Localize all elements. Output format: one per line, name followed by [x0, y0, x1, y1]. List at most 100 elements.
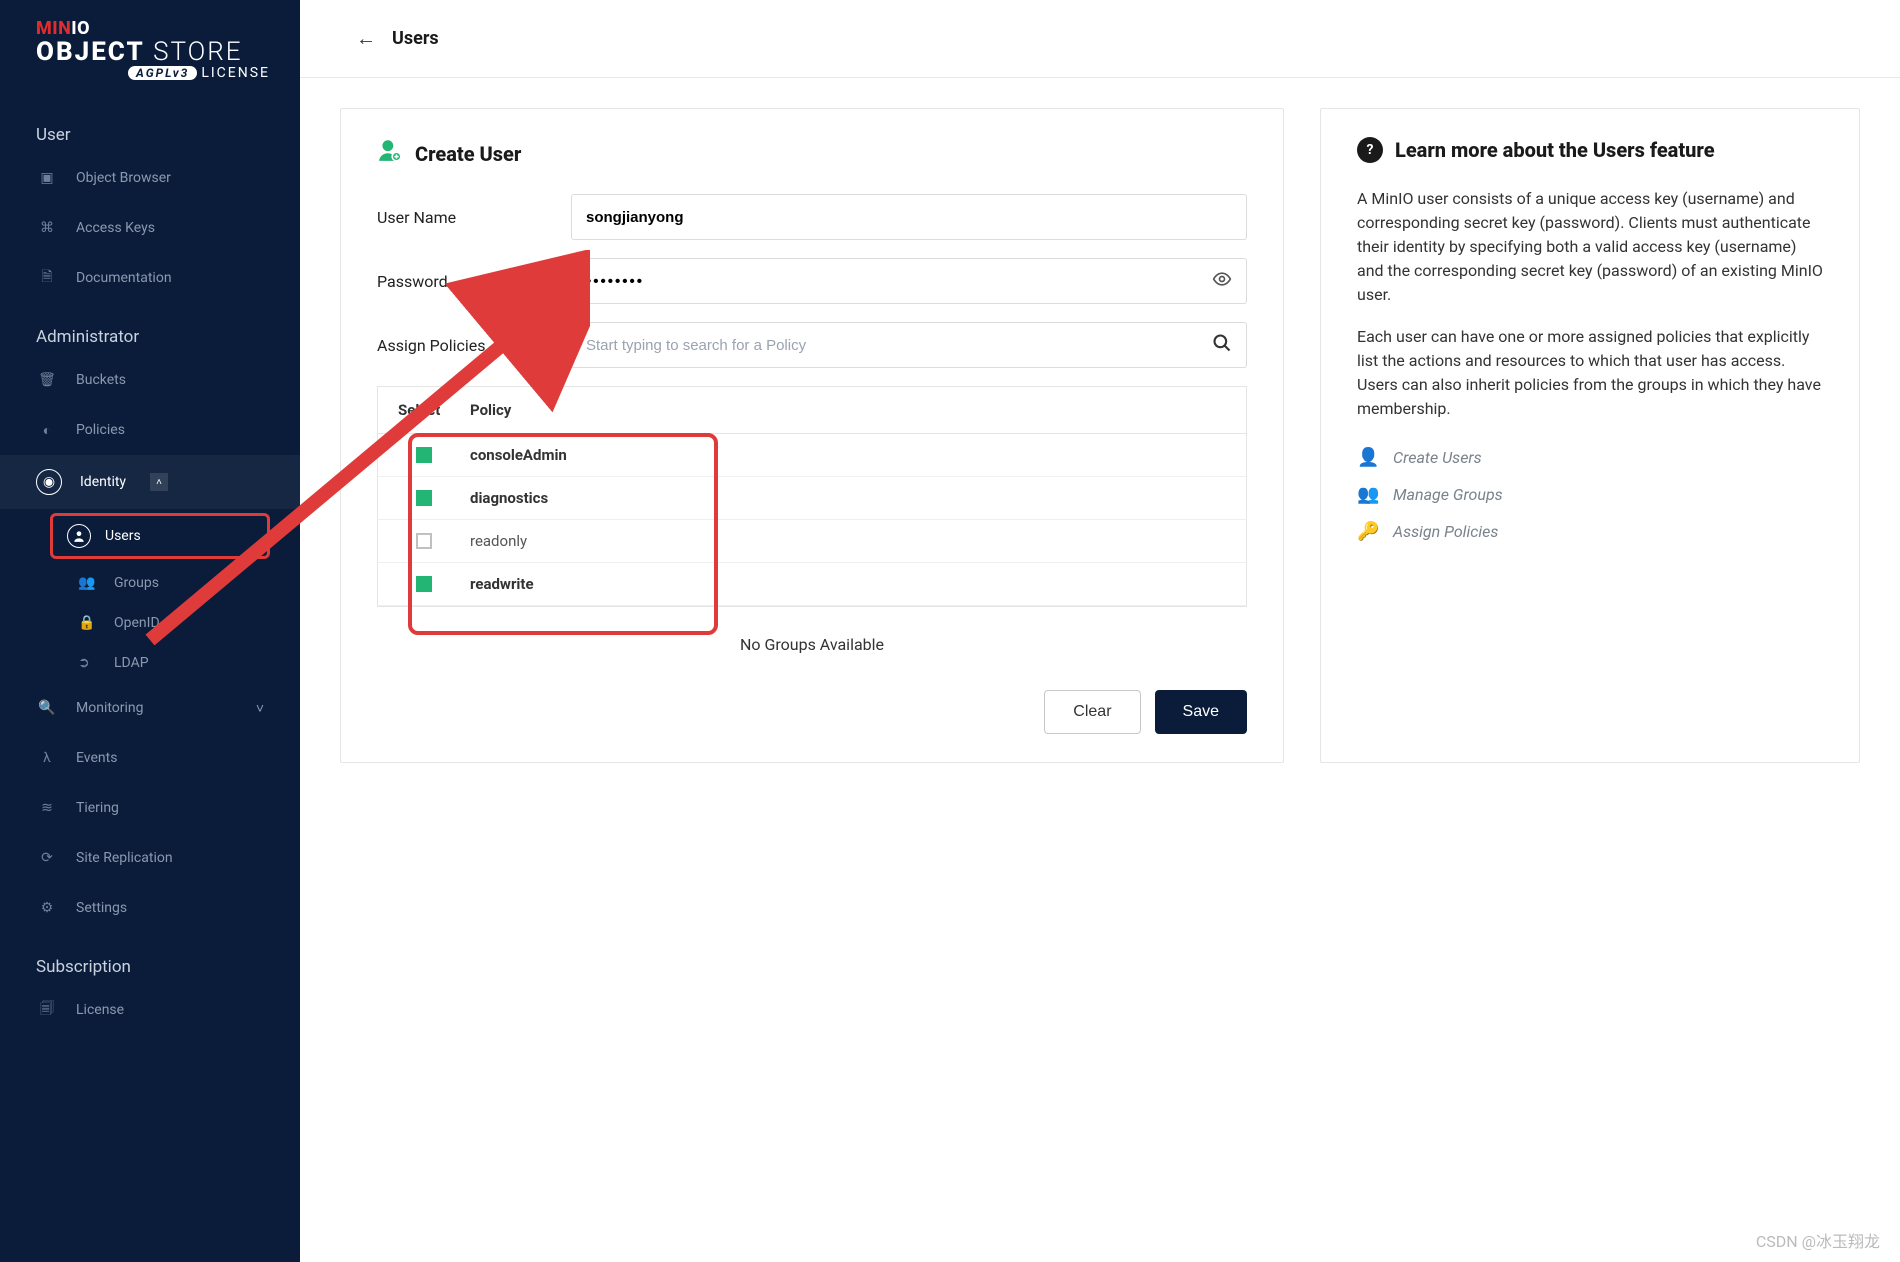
sidebar-item-openid[interactable]: 🔒 OpenID: [0, 603, 300, 643]
help-list-item: 👥 Manage Groups: [1357, 476, 1823, 513]
policy-name: diagnostics: [470, 489, 548, 507]
section-subscription: Subscription: [0, 933, 300, 985]
sidebar-item-label: Monitoring: [76, 700, 144, 716]
policy-name: consoleAdmin: [470, 446, 567, 464]
user-icon: [67, 524, 91, 548]
policy-name: readwrite: [470, 575, 534, 593]
policy-row[interactable]: consoleAdmin: [378, 434, 1246, 477]
help-list-label: Manage Groups: [1393, 485, 1503, 504]
chevron-up-icon: ˄: [150, 473, 168, 491]
shield-icon: ◐: [36, 419, 58, 441]
logo-store: STORE: [153, 37, 243, 67]
section-user: User: [0, 101, 300, 153]
no-groups-message: No Groups Available: [377, 607, 1247, 682]
policy-row[interactable]: diagnostics: [378, 477, 1246, 520]
sidebar-item-events[interactable]: λ Events: [0, 733, 300, 783]
policy-table-body[interactable]: consoleAdmin diagnostics readonly readwrite: [378, 434, 1246, 606]
sidebar-item-label: Buckets: [76, 372, 126, 388]
sidebar-item-object-browser[interactable]: ▣ Object Browser: [0, 153, 300, 203]
logo-min: MIN: [36, 18, 71, 39]
sidebar-item-label: Object Browser: [76, 170, 171, 186]
policy-checkbox[interactable]: [416, 576, 432, 592]
main-content: ← Users Create User User Name Password: [300, 0, 1900, 1262]
sidebar-item-ldap[interactable]: ➲ LDAP: [0, 643, 300, 683]
sidebar-item-users[interactable]: Users: [50, 513, 270, 559]
lambda-icon: λ: [36, 747, 58, 769]
policy-table: Select Policy consoleAdmin diagnostics rea…: [377, 386, 1247, 607]
identity-icon: ◉: [36, 469, 62, 495]
sidebar-item-tiering[interactable]: ≋ Tiering: [0, 783, 300, 833]
policy-search-input[interactable]: [586, 337, 1204, 354]
user-plus-icon: [377, 137, 403, 170]
help-list-item: 🔑Assign Policies: [1357, 513, 1823, 550]
policy-row[interactable]: readonly: [378, 520, 1246, 563]
sidebar-item-label: Identity: [80, 474, 126, 490]
sidebar-item-label: Documentation: [76, 270, 172, 286]
sidebar-item-identity[interactable]: ◉ Identity ˄: [0, 455, 300, 509]
page-title: Users: [392, 28, 439, 49]
col-policy: Policy: [470, 401, 511, 419]
eye-icon[interactable]: [1212, 269, 1232, 293]
policy-row[interactable]: readwrite: [378, 563, 1246, 606]
form-title: Create User: [415, 142, 521, 166]
password-input[interactable]: [586, 273, 1204, 290]
sidebar-item-settings[interactable]: ⚙ Settings: [0, 883, 300, 933]
col-select: Select: [398, 401, 470, 419]
sidebar-item-access-keys[interactable]: ⌘ Access Keys: [0, 203, 300, 253]
sidebar-item-groups[interactable]: 👥 Groups: [0, 563, 300, 603]
policy-checkbox[interactable]: [416, 533, 432, 549]
sidebar-item-label: Settings: [76, 900, 127, 916]
help-paragraph-1: A MinIO user consists of a unique access…: [1357, 187, 1823, 307]
lock-icon: 🔒: [78, 615, 96, 631]
sidebar-item-label: Events: [76, 750, 117, 766]
password-label: Password: [377, 272, 547, 291]
policy-search-wrap: [571, 322, 1247, 368]
assign-policies-label: Assign Policies: [377, 336, 547, 355]
chevron-down-icon: ˅: [256, 700, 264, 717]
help-card: ? Learn more about the Users feature A M…: [1320, 108, 1860, 763]
password-input-wrap: [571, 258, 1247, 304]
logo-io: IO: [71, 18, 90, 39]
sidebar-item-documentation[interactable]: 🗎 Documentation: [0, 253, 300, 303]
sidebar-item-label: Policies: [76, 422, 125, 438]
sidebar-item-label: Groups: [114, 575, 159, 591]
sidebar-item-monitoring[interactable]: 🔍 Monitoring ˅: [0, 683, 300, 733]
logo: MINIO OBJECT STORE AGPLv3LICENSE: [0, 0, 300, 101]
sidebar-item-label: Users: [105, 528, 141, 544]
clear-button[interactable]: Clear: [1044, 690, 1140, 734]
back-arrow-icon[interactable]: ←: [356, 26, 376, 51]
topbar: ← Users: [300, 0, 1900, 78]
sidebar-item-policies[interactable]: ◐ Policies: [0, 405, 300, 455]
policy-name: readonly: [470, 532, 527, 550]
username-input[interactable]: [586, 209, 1232, 226]
help-paragraph-2: Each user can have one or more assigned …: [1357, 325, 1823, 421]
question-icon: ?: [1357, 137, 1383, 163]
gear-icon: ⚙: [36, 897, 58, 919]
sidebar-item-buckets[interactable]: 🗑 Buckets: [0, 355, 300, 405]
help-list-item: 👤 Create Users: [1357, 439, 1823, 476]
bucket-icon: 🗑: [36, 369, 58, 391]
license-text: LICENSE: [201, 65, 270, 81]
sidebar-item-site-replication[interactable]: ⟳ Site Replication: [0, 833, 300, 883]
policy-checkbox[interactable]: [416, 447, 432, 463]
help-title: Learn more about the Users feature: [1395, 138, 1715, 162]
policy-checkbox[interactable]: [416, 490, 432, 506]
doc-icon: 🗎: [36, 267, 58, 289]
sidebar-item-label: Access Keys: [76, 220, 155, 236]
help-list-label: Create Users: [1393, 448, 1482, 467]
search-icon[interactable]: [1212, 333, 1232, 358]
username-label: User Name: [377, 208, 547, 227]
help-list: 👤 Create Users 👥 Manage Groups 🔑Assign Polic…: [1357, 439, 1823, 550]
sidebar-item-label: Site Replication: [76, 850, 173, 866]
sidebar-item-label: OpenID: [114, 615, 160, 631]
save-button[interactable]: Save: [1155, 690, 1247, 734]
group-icon: 👥: [1357, 484, 1379, 505]
license-badge: AGPLv3: [128, 66, 197, 80]
sidebar-item-license[interactable]: 🗐 License: [0, 985, 300, 1035]
user-icon: 👤: [1357, 447, 1379, 468]
help-list-label: Assign Policies: [1393, 522, 1498, 541]
policy-table-header: Select Policy: [378, 387, 1246, 434]
username-input-wrap: [571, 194, 1247, 240]
watermark: CSDN @冰玉翔龙: [1756, 1228, 1880, 1252]
section-administrator: Administrator: [0, 303, 300, 355]
